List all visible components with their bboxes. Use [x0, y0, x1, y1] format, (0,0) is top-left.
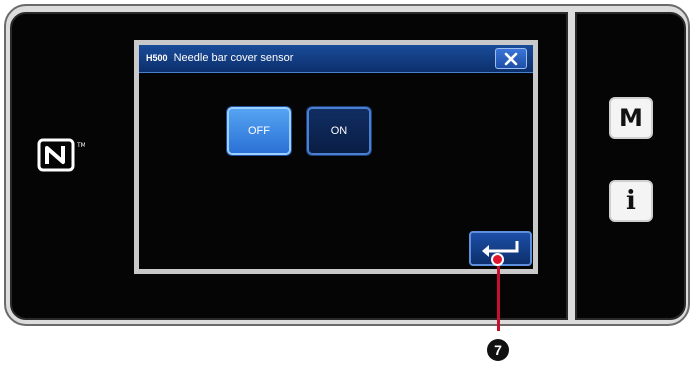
svg-text:TM: TM: [76, 142, 85, 149]
callout-dot: [491, 253, 504, 266]
menu-button-label: M: [619, 104, 643, 132]
nfc-icon: TM: [37, 138, 85, 172]
dialog-titlebar: H500 Needle bar cover sensor: [139, 45, 533, 73]
callout-number: 7: [487, 339, 509, 361]
close-button[interactable]: [495, 48, 527, 69]
callout-line: [497, 261, 500, 331]
info-button[interactable]: i: [609, 180, 653, 222]
dialog-screen: H500 Needle bar cover sensor OFF ON: [134, 40, 538, 274]
dialog-title-text: Needle bar cover sensor: [173, 52, 294, 64]
dialog-code: H500: [146, 53, 168, 63]
off-toggle-label: OFF: [248, 125, 270, 137]
dialog-title: H500 Needle bar cover sensor: [146, 52, 293, 64]
menu-button[interactable]: M: [609, 97, 653, 139]
info-button-label: i: [626, 186, 636, 216]
dialog-body: H500 Needle bar cover sensor OFF ON: [139, 45, 533, 269]
close-icon: [504, 52, 518, 65]
side-panel: [575, 12, 686, 320]
off-toggle-button[interactable]: OFF: [227, 107, 291, 155]
on-toggle-label: ON: [330, 125, 348, 137]
on-toggle-button[interactable]: ON: [307, 107, 371, 155]
